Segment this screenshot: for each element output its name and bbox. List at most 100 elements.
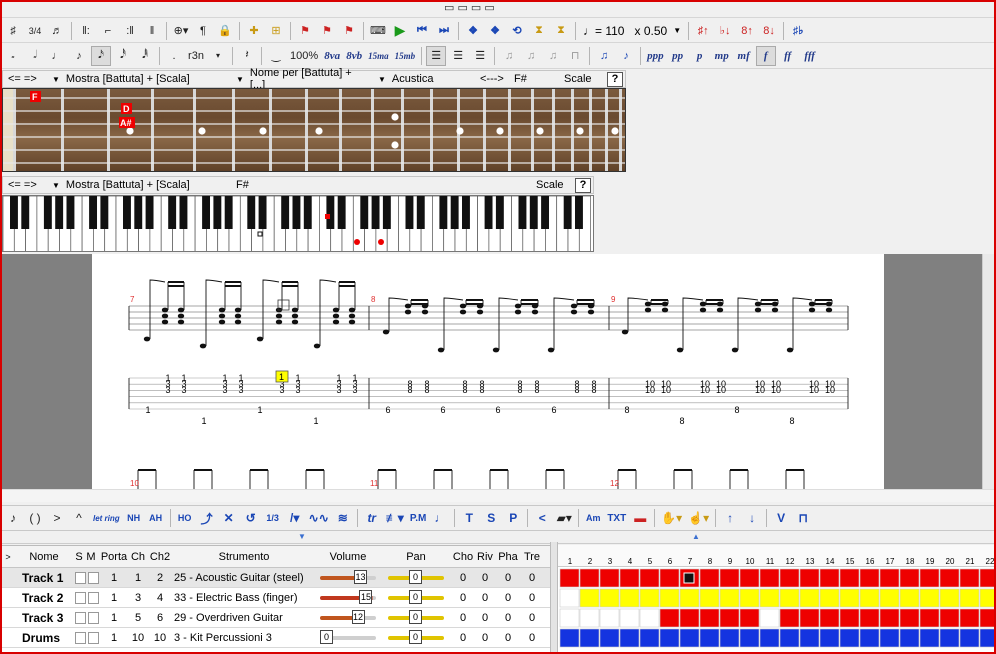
tempo-display[interactable]: ♩ = 110 x 0.50 ▼ [579, 22, 685, 40]
header-mute[interactable]: M [85, 546, 97, 567]
piano-view-select[interactable]: ▼ Mostra [Battuta] + [Scala] [47, 179, 231, 191]
slap-button[interactable]: S [481, 508, 501, 528]
beam-icon[interactable]: ♬ [47, 21, 67, 41]
transpose-up-icon[interactable]: ♯↑ [693, 21, 713, 41]
pick-stroke-icon[interactable]: ✋▾ [659, 508, 684, 528]
header-reverb[interactable]: Riv [474, 546, 496, 567]
hand-icon[interactable]: ☝▾ [686, 508, 711, 528]
quindicesima-down-button[interactable]: 15mb [393, 46, 418, 66]
solo-checkbox[interactable] [75, 591, 86, 604]
keyboard-icon[interactable]: ⌨ [368, 21, 388, 41]
transpose-down-icon[interactable]: ♭↓ [715, 21, 735, 41]
downstroke-button[interactable]: V [771, 508, 791, 528]
fretboard-tone-select[interactable]: ▼ Acustica [373, 73, 475, 85]
piano-nav[interactable]: <= => [3, 179, 47, 191]
insert-measure-icon[interactable]: ✚ [244, 21, 264, 41]
track-volume-slider[interactable]: 15 [318, 588, 378, 607]
text-button[interactable]: TXT [605, 508, 628, 528]
fretboard[interactable]: F D A# [2, 88, 626, 172]
beam-break-icon[interactable]: ⊓ [565, 46, 585, 66]
octave-down-icon[interactable]: 8↓ [759, 21, 779, 41]
double-bar-icon[interactable]: ‖ [142, 21, 162, 41]
dynamic-mf[interactable]: mf [734, 46, 754, 66]
piano-keyboard[interactable] [2, 195, 594, 252]
piano-key[interactable]: F# [231, 179, 531, 191]
track-pan-slider[interactable]: 0 [386, 628, 446, 647]
pop-button[interactable]: P [503, 508, 523, 528]
track-volume-slider[interactable]: 12 [318, 608, 378, 627]
voice-3-icon[interactable]: ☰ [470, 46, 490, 66]
track-pan-slider[interactable]: 0 [386, 608, 446, 627]
stem-up-icon[interactable]: ♫ [521, 46, 541, 66]
enharmonic-icon[interactable]: ♯♭ [788, 21, 808, 41]
header-volume[interactable]: Volume [316, 546, 380, 567]
stem-icon[interactable]: ♫ [499, 46, 519, 66]
header-phaser[interactable]: Pha [496, 546, 520, 567]
track-solo-mute[interactable] [74, 628, 100, 647]
score-vertical-scrollbar[interactable] [982, 254, 994, 490]
trill-button[interactable]: tr [362, 508, 382, 528]
mute-checkbox[interactable] [88, 631, 99, 644]
dynamic-ppp[interactable]: ppp [645, 46, 666, 66]
quindicesima-up-button[interactable]: 15ma [366, 46, 391, 66]
fretboard-arrows[interactable]: <---> [475, 73, 509, 85]
metronome-icon[interactable]: ⧗ [529, 21, 549, 41]
play-icon[interactable]: ▶ [390, 21, 410, 41]
octave-up-icon[interactable]: 8↑ [737, 21, 757, 41]
paw-double-icon[interactable]: ❖ [485, 21, 505, 41]
rewind-icon[interactable]: ⏮ [412, 21, 432, 41]
header-chorus[interactable]: Cho [452, 546, 474, 567]
forward-icon[interactable]: ⏭ [434, 21, 454, 41]
collapse-icon[interactable]: > [2, 546, 14, 567]
hammer-on-button[interactable]: HO [175, 508, 195, 528]
whammy-icon[interactable]: /▾ [285, 508, 305, 528]
thirtysecond-note-icon[interactable]: 𝅘𝅥𝅰 [113, 46, 133, 66]
eighth-note-icon[interactable]: ♪ [69, 46, 89, 66]
mute-checkbox[interactable] [88, 571, 99, 584]
track-row[interactable]: Track 3 1 5 6 29 - Overdriven Guitar 12 0 0 0 0 0 [2, 608, 550, 628]
sixteenth-note-icon[interactable]: 𝅘𝅥𝅯 [91, 45, 111, 66]
fretboard-view-select[interactable]: ▼ Mostra [Battuta] + [Scala] [47, 73, 231, 85]
score-page[interactable]: 7 8 9 1331331331331331331331331111888888… [92, 254, 884, 490]
header-tremolo[interactable]: Tre [520, 546, 544, 567]
heavy-accent-icon[interactable]: ^ [69, 508, 89, 528]
crescendo-icon[interactable]: < [532, 508, 552, 528]
palm-mute-button[interactable]: P.M [408, 508, 429, 528]
tap-button[interactable]: T [459, 508, 479, 528]
volume-thumb[interactable]: 0 [320, 629, 333, 644]
upstroke-icon[interactable]: ⊓ [793, 508, 813, 528]
natural-harmonic-button[interactable]: NH [124, 508, 144, 528]
dynamic-p[interactable]: p [690, 46, 710, 66]
pan-thumb[interactable]: 0 [409, 569, 422, 584]
sixtyfourth-note-icon[interactable]: 𝅘𝅥𝅱 [135, 46, 155, 66]
pan-thumb[interactable]: 0 [409, 589, 422, 604]
sharp-icon[interactable]: ♯ [3, 21, 23, 41]
vibrato-icon[interactable]: ∿∿ [307, 508, 331, 528]
flip-stem-icon[interactable]: ♪ [616, 46, 636, 66]
artificial-harmonic-button[interactable]: AH [146, 508, 166, 528]
dynamic-fff[interactable]: fff [800, 46, 820, 66]
header-pan[interactable]: Pan [384, 546, 448, 567]
paragraph-icon[interactable]: ¶ [193, 21, 213, 41]
repeat-start-icon[interactable]: ‖: [76, 21, 96, 41]
marker-prev-icon[interactable]: ⚑ [339, 21, 359, 41]
stem-down-icon[interactable]: ♫ [543, 46, 563, 66]
track-pan-slider[interactable]: 0 [386, 588, 446, 607]
fretboard-key[interactable]: F# [509, 73, 559, 85]
bend-icon[interactable]: ⤴ [197, 508, 217, 528]
header-solo[interactable]: S [74, 546, 84, 567]
volta-icon[interactable]: ⌐ [98, 21, 118, 41]
panel-splitter[interactable]: ▼ ▲ [2, 532, 994, 544]
insert-measures-icon[interactable]: ⊞ [266, 21, 286, 41]
grace-note-icon[interactable]: ♪ [3, 508, 23, 528]
track-instrument[interactable]: 25 - Acoustic Guitar (steel) [174, 568, 314, 587]
header-instrument[interactable]: Strumento [174, 546, 314, 567]
accent-icon[interactable]: > [47, 508, 67, 528]
measure-grid[interactable]: 1 2 3 4 5 6 7 8 9 10 11 12 13 14 15 16 17 18 19 20 21 22 [558, 545, 994, 652]
header-name[interactable]: Nome [16, 546, 72, 567]
half-note-icon[interactable]: 𝅗𝅥 [25, 46, 45, 66]
wide-vibrato-icon[interactable]: ≋ [333, 508, 353, 528]
fretboard-help-button[interactable]: ? [607, 71, 623, 87]
header-port[interactable]: Porta [100, 546, 128, 567]
dead-note-icon[interactable]: ✕ [219, 508, 239, 528]
